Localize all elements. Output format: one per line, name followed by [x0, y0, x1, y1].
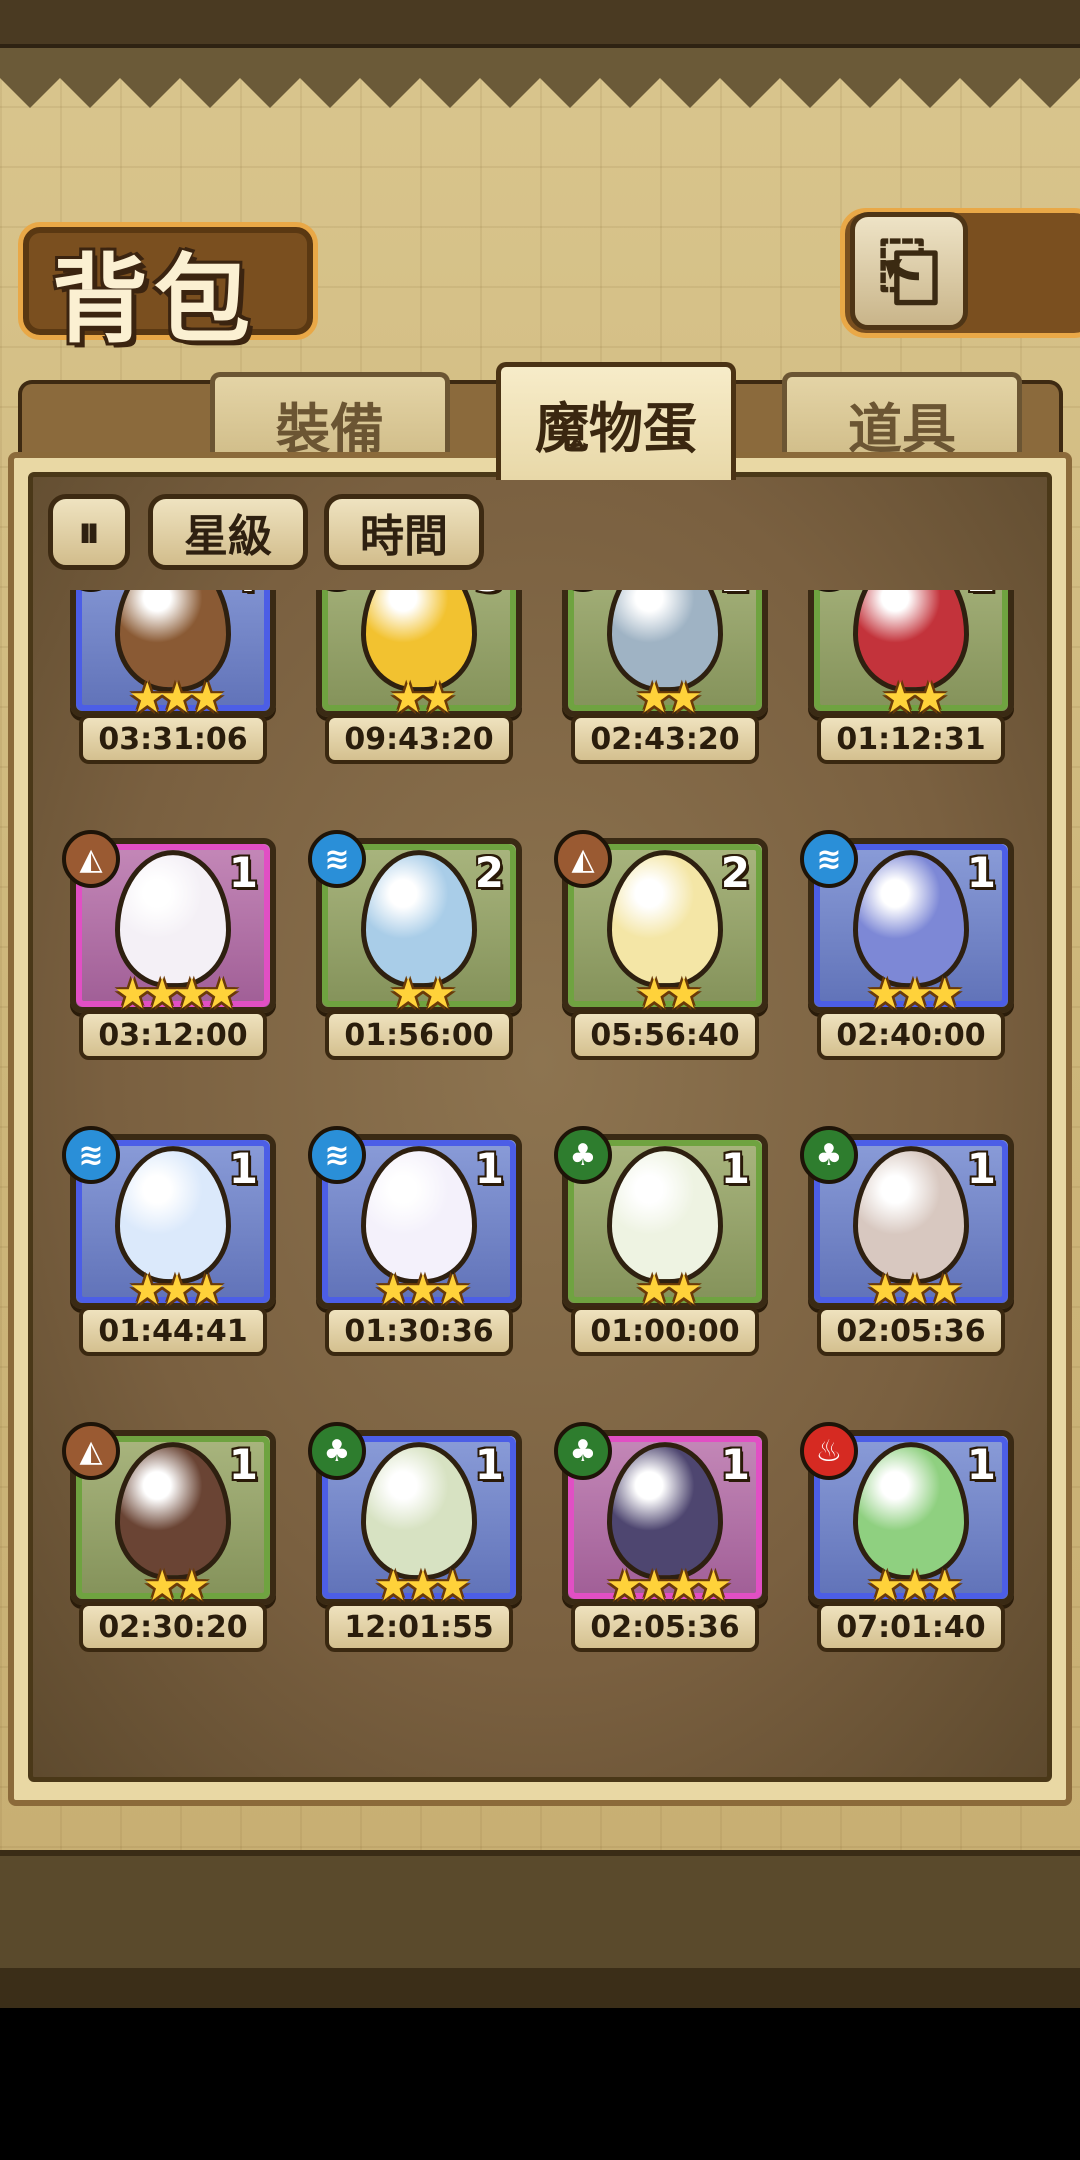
star-rating: ★★★: [374, 1265, 472, 1314]
hatch-timer: 05:56:40: [571, 1010, 759, 1060]
star-rating: ★★: [635, 1265, 702, 1314]
bottom-black-bar: [0, 2008, 1080, 2160]
hatch-timer: 12:01:55: [325, 1602, 513, 1652]
hatch-timer: 01:30:36: [325, 1306, 513, 1356]
water-element-icon: ≋: [308, 1126, 366, 1184]
egg-card[interactable]: 1 ★★★★ ◭: [62, 830, 276, 1018]
hatch-timer: 03:12:00: [79, 1010, 267, 1060]
sort-by-star-button[interactable]: 星級: [148, 494, 308, 570]
back-icon: ⎗: [878, 226, 940, 315]
egg-card[interactable]: 3★★◭: [308, 590, 522, 722]
hatch-timer: 09:43:20: [325, 714, 513, 764]
egg-card[interactable]: 1 ★★★ ♣: [800, 1126, 1014, 1314]
egg-count: 1: [720, 1440, 750, 1489]
egg-count: 1: [228, 848, 258, 897]
egg-count: 3: [475, 590, 504, 601]
earth-element-icon: ◭: [554, 830, 612, 888]
water-element-icon: ≋: [308, 830, 366, 888]
egg-count: 1: [966, 1144, 996, 1193]
egg-card[interactable]: 2 ★★ ≋: [308, 830, 522, 1018]
star-rating: ★★: [389, 673, 456, 722]
sort-by-time-button[interactable]: 時間: [324, 494, 484, 570]
star-rating: ★★★: [374, 1561, 472, 1610]
hatch-timer: 01:00:00: [571, 1306, 759, 1356]
pause-icon: ⏸: [78, 506, 100, 558]
egg-count: 1: [966, 848, 996, 897]
egg-count: 1: [228, 1440, 258, 1489]
star-rating: ★★: [143, 1561, 210, 1610]
star-rating: ★★: [635, 673, 702, 722]
star-rating: ★★★: [866, 1265, 964, 1314]
wood-element-icon: ♣: [800, 1126, 858, 1184]
egg-card[interactable]: 1 ★★ ♣: [554, 1126, 768, 1314]
star-rating: ★★★: [866, 969, 964, 1018]
wood-element-icon: ♣: [554, 1422, 612, 1480]
hatch-timer: 02:43:20: [571, 714, 759, 764]
star-rating: ★★★: [866, 1561, 964, 1610]
wood-element-icon: ♣: [308, 1422, 366, 1480]
bottom-band: [0, 1850, 1080, 1970]
top-strip: [0, 0, 1080, 48]
earth-element-icon: ◭: [62, 830, 120, 888]
egg-count: 1: [474, 1144, 504, 1193]
egg-count: 1: [966, 1440, 996, 1489]
hatch-timer: 01:44:41: [79, 1306, 267, 1356]
egg-count: 2: [967, 590, 996, 601]
wood-element-icon: ♣: [554, 1126, 612, 1184]
hatch-timer: 02:40:00: [817, 1010, 1005, 1060]
egg-card[interactable]: 2★★♨: [800, 590, 1014, 722]
star-rating: ★★: [881, 673, 948, 722]
egg-grid: 4 ★★★ ◭ 03:31:06 3 ★★ ◭ 09:43:20 2 ★★ ≋ 02:43:20 2 ★★…: [40, 590, 1040, 1770]
egg-card[interactable]: 1 ★★★ ≋: [800, 830, 1014, 1018]
star-rating: ★★: [635, 969, 702, 1018]
hatch-timer: 03:31:06: [79, 714, 267, 764]
egg-card[interactable]: 2 ★★ ◭: [554, 830, 768, 1018]
water-element-icon: ≋: [800, 830, 858, 888]
page-title: 背包: [52, 243, 256, 356]
tab-monster-egg[interactable]: 魔物蛋: [496, 362, 736, 480]
earth-element-icon: ◭: [62, 1422, 120, 1480]
egg-count: 1: [720, 1144, 750, 1193]
star-rating: ★★★: [128, 673, 226, 722]
star-rating: ★★★★: [605, 1561, 733, 1610]
star-rating: ★★★★: [113, 969, 241, 1018]
fire-element-icon: ♨: [800, 1422, 858, 1480]
back-button[interactable]: ⎗: [850, 212, 968, 330]
star-rating: ★★: [389, 969, 456, 1018]
egg-card[interactable]: 1 ★★ ◭: [62, 1422, 276, 1610]
egg-count: 1: [228, 1144, 258, 1193]
hatch-timer: 01:56:00: [325, 1010, 513, 1060]
star-rating: ★★★: [128, 1265, 226, 1314]
egg-card[interactable]: 1 ★★★ ≋: [62, 1126, 276, 1314]
hatch-timer: 02:05:36: [571, 1602, 759, 1652]
egg-card[interactable]: 4★★★◭: [62, 590, 276, 722]
hatch-timer: 02:30:20: [79, 1602, 267, 1652]
hatch-timer: 07:01:40: [817, 1602, 1005, 1652]
egg-card[interactable]: 1 ★★★ ≋: [308, 1126, 522, 1314]
sort-order-toggle[interactable]: ⏸: [48, 494, 130, 570]
hatch-timer: 02:05:36: [817, 1306, 1005, 1356]
water-element-icon: ≋: [62, 1126, 120, 1184]
bottom-band-dark: [0, 1968, 1080, 2008]
egg-card[interactable]: 2★★≋: [554, 590, 768, 722]
hatch-timer: 01:12:31: [817, 714, 1005, 764]
egg-card[interactable]: 1 ★★★ ♣: [308, 1422, 522, 1610]
egg-card[interactable]: 1 ★★★★ ♣: [554, 1422, 768, 1610]
egg-count: 2: [720, 848, 750, 897]
egg-count: 1: [474, 1440, 504, 1489]
egg-count: 2: [721, 590, 750, 601]
egg-count: 4: [229, 590, 258, 601]
egg-count: 2: [474, 848, 504, 897]
top-border-decoration: [0, 48, 1080, 118]
egg-card[interactable]: 1 ★★★ ♨: [800, 1422, 1014, 1610]
